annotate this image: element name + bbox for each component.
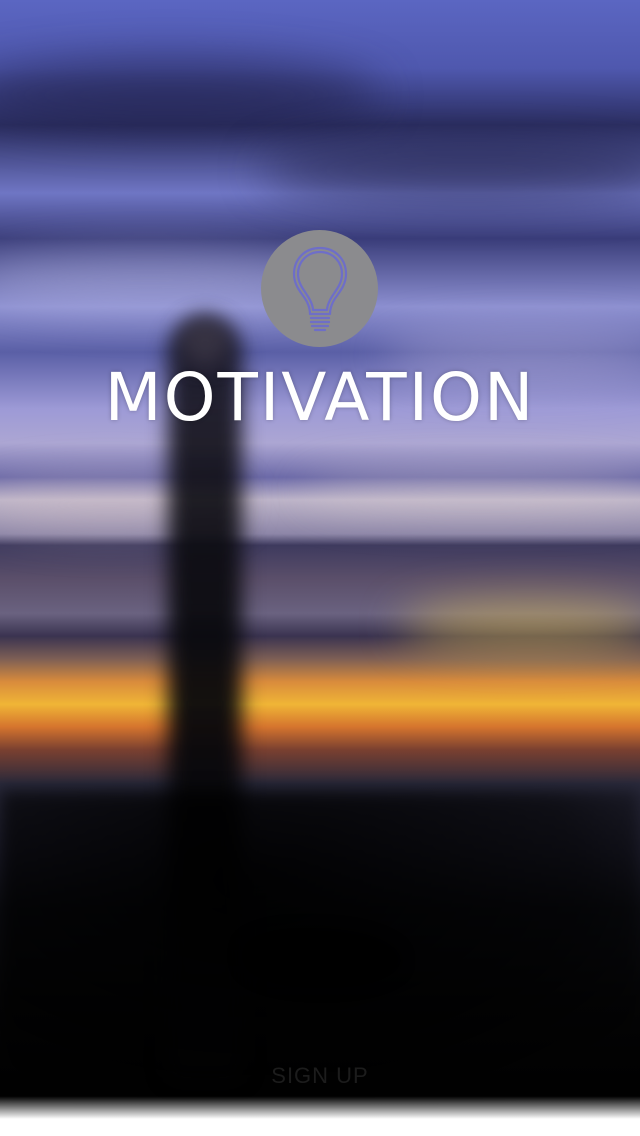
cloud-shape [300, 470, 640, 510]
app-title: MOTIVATION [104, 359, 536, 436]
splash-screen: MOTIVATION SIGN UP [0, 0, 640, 1136]
logo-badge [261, 230, 378, 347]
sign-up-button[interactable]: SIGN UP [0, 1060, 640, 1092]
lightbulb-icon [292, 246, 347, 331]
